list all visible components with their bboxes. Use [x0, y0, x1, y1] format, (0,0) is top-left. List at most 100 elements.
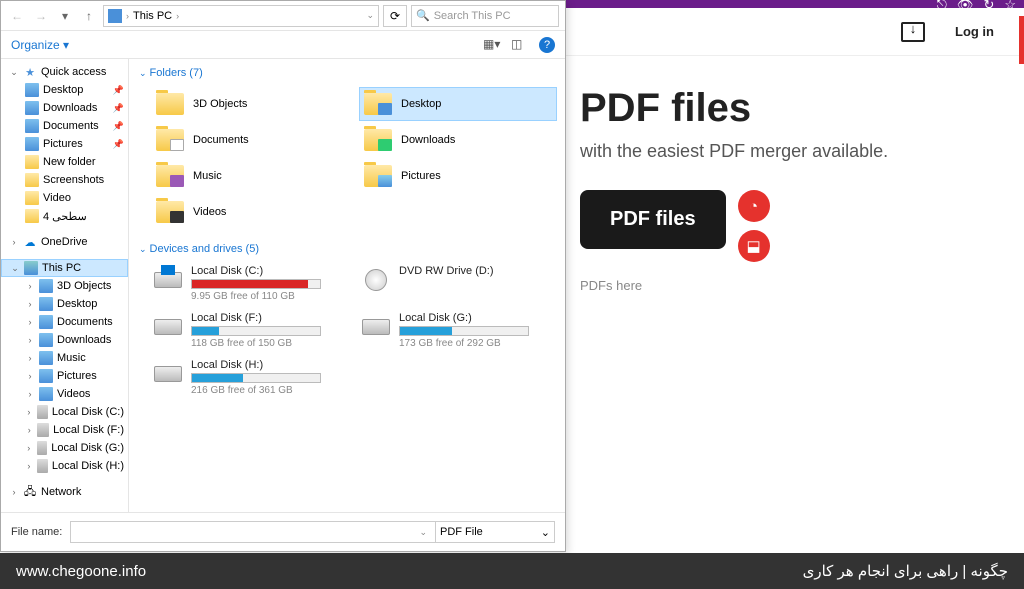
drive-item[interactable]: Local Disk (H:)216 GB free of 361 GB — [151, 357, 349, 398]
folders-section-header[interactable]: ⌄ Folders (7) — [137, 63, 557, 83]
drive-item[interactable]: Local Disk (G:)173 GB free of 292 GB — [359, 310, 557, 351]
nav-pc-item[interactable]: ›Music — [1, 349, 128, 367]
nav-pc-item[interactable]: ›Local Disk (F:) — [1, 421, 128, 439]
preview-pane-button[interactable]: ◫ — [511, 37, 531, 53]
drives-section-header[interactable]: ⌄ Devices and drives (5) — [137, 239, 557, 259]
nav-pc-item[interactable]: ›Local Disk (G:) — [1, 439, 128, 457]
folder-item[interactable]: Videos — [151, 195, 349, 229]
folder-item[interactable]: Desktop — [359, 87, 557, 121]
ext-icon[interactable]: ⎋ — [937, 0, 947, 13]
nav-pc-item[interactable]: ›Downloads — [1, 331, 128, 349]
drive-usage-bar — [399, 326, 529, 336]
nav-quick-item[interactable]: Documents📌 — [1, 117, 128, 135]
nav-pc-item[interactable]: ›Videos — [1, 385, 128, 403]
content-pane[interactable]: ⌄ Folders (7) 3D Objects Desktop Documents… — [129, 59, 565, 512]
expand-icon[interactable]: ⌄ — [10, 263, 20, 274]
nav-pc-item[interactable]: ›Pictures — [1, 367, 128, 385]
folder-item[interactable]: 3D Objects — [151, 87, 349, 121]
drive-usage-bar — [191, 279, 321, 289]
ext-icon[interactable]: ☆ — [1004, 0, 1016, 13]
chevron-down-icon: ⌄ — [139, 68, 147, 79]
expand-icon[interactable]: › — [25, 317, 35, 327]
folder-icon — [363, 163, 393, 189]
cloud-icon: ☁ — [23, 235, 37, 249]
nav-quick-item[interactable]: Video — [1, 189, 128, 207]
dropbox-button[interactable]: ⬓ — [738, 230, 770, 262]
nav-quick-item[interactable]: Downloads📌 — [1, 99, 128, 117]
expand-icon[interactable]: › — [25, 281, 35, 291]
view-options-button[interactable]: ▦▾ — [483, 37, 503, 53]
nav-quick-access[interactable]: ⌄ ★ Quick access — [1, 63, 128, 81]
nav-forward-button[interactable]: → — [31, 6, 51, 26]
folder-blue-icon — [39, 315, 53, 329]
login-button[interactable]: Log in — [945, 18, 1004, 45]
select-pdf-button[interactable]: PDF files — [580, 190, 726, 249]
nav-onedrive[interactable]: › ☁ OneDrive — [1, 233, 128, 251]
folder-item[interactable]: Music — [151, 159, 349, 193]
dialog-footer: File name: ⌄ PDF File ⌄ — [1, 512, 565, 551]
expand-icon[interactable]: › — [25, 407, 33, 417]
nav-pc-item[interactable]: ›Documents — [1, 313, 128, 331]
nav-pc-item[interactable]: ›Desktop — [1, 295, 128, 313]
folder-blue-icon — [39, 351, 53, 365]
address-location: This PC — [133, 10, 172, 22]
expand-icon[interactable]: › — [25, 371, 35, 381]
search-icon: 🔍 — [416, 9, 430, 22]
page-title: PDF files — [580, 86, 1004, 131]
refresh-button[interactable]: ⟳ — [383, 5, 407, 27]
drive-icon — [361, 312, 391, 342]
nav-pc-item[interactable]: ›Local Disk (C:) — [1, 403, 128, 421]
drive-item[interactable]: DVD RW Drive (D:) — [359, 263, 557, 304]
nav-this-pc[interactable]: ⌄ This PC — [1, 259, 128, 277]
expand-icon[interactable]: › — [25, 335, 35, 345]
nav-network[interactable]: › 🖧 Network — [1, 483, 128, 501]
nav-pc-item[interactable]: ›3D Objects — [1, 277, 128, 295]
nav-back-button[interactable]: ← — [7, 6, 27, 26]
google-drive-button[interactable]: ◔ — [738, 190, 770, 222]
expand-icon[interactable]: › — [9, 237, 19, 247]
drive-item[interactable]: Local Disk (F:)118 GB free of 150 GB — [151, 310, 349, 351]
folder-icon — [363, 127, 393, 153]
expand-icon[interactable]: › — [25, 443, 33, 453]
folder-item[interactable]: Downloads — [359, 123, 557, 157]
chevron-down-icon: ⌄ — [139, 244, 147, 255]
nav-quick-item[interactable]: Screenshots — [1, 171, 128, 189]
ext-icon[interactable]: 👁 — [957, 0, 974, 13]
nav-quick-item[interactable]: New folder — [1, 153, 128, 171]
download-desktop-icon[interactable] — [901, 22, 925, 42]
help-button[interactable]: ? — [539, 37, 555, 53]
folder-item[interactable]: Pictures — [359, 159, 557, 193]
expand-icon[interactable]: › — [25, 425, 33, 435]
folder-icon — [155, 163, 185, 189]
navigation-pane[interactable]: ⌄ ★ Quick access Desktop📌Downloads📌Docum… — [1, 59, 129, 512]
nav-up-button[interactable]: ↑ — [79, 6, 99, 26]
chevron-down-icon[interactable]: ⌄ — [366, 10, 374, 21]
search-placeholder: Search This PC — [434, 10, 511, 22]
organize-menu[interactable]: Organize ▾ — [11, 38, 69, 52]
drive-item[interactable]: Local Disk (C:)9.95 GB free of 110 GB — [151, 263, 349, 304]
nav-quick-item[interactable]: سطحی 4 — [1, 207, 128, 225]
folder-item[interactable]: Documents — [151, 123, 349, 157]
filetype-select[interactable]: PDF File ⌄ — [435, 521, 555, 543]
nav-quick-item[interactable]: Pictures📌 — [1, 135, 128, 153]
expand-icon[interactable]: › — [25, 461, 33, 471]
expand-icon[interactable]: ⌄ — [9, 67, 19, 78]
nav-quick-item[interactable]: Desktop📌 — [1, 81, 128, 99]
nav-pc-item[interactable]: ›Local Disk (H:) — [1, 457, 128, 475]
chevron-right-icon: › — [126, 11, 129, 21]
nav-recent-button[interactable]: ▾ — [55, 6, 75, 26]
dialog-toolbar: Organize ▾ ▦▾ ◫ ? — [1, 31, 565, 59]
expand-icon[interactable]: › — [25, 389, 35, 399]
filename-input[interactable] — [70, 521, 437, 543]
ext-icon[interactable]: ↻ — [983, 0, 994, 13]
expand-icon[interactable]: › — [25, 299, 35, 309]
drive-icon — [153, 265, 183, 295]
expand-icon[interactable]: › — [25, 353, 35, 363]
folder-icon — [25, 173, 39, 187]
folder-blue-icon — [39, 279, 53, 293]
search-input[interactable]: 🔍 Search This PC — [411, 5, 559, 27]
drive-usage-bar — [191, 373, 321, 383]
address-bar[interactable]: › This PC › ⌄ — [103, 5, 379, 27]
drive-icon — [153, 359, 183, 389]
expand-icon[interactable]: › — [9, 487, 19, 497]
